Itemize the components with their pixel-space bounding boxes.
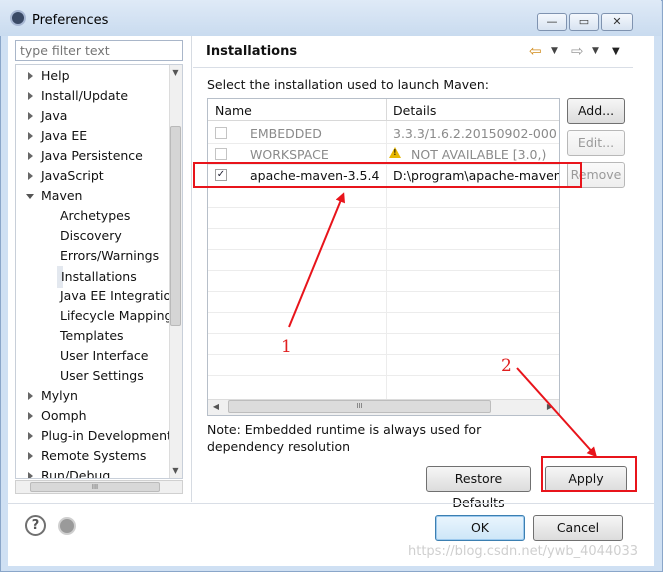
annotation-number-1: 1 [281,337,292,357]
annotation-arrows [288,192,598,458]
arrow-2 [516,367,598,458]
annotation-number-2: 2 [501,356,512,376]
watermark-text: https://blog.csdn.net/ywb_4044033 [408,544,639,559]
arrow-1 [288,192,345,328]
